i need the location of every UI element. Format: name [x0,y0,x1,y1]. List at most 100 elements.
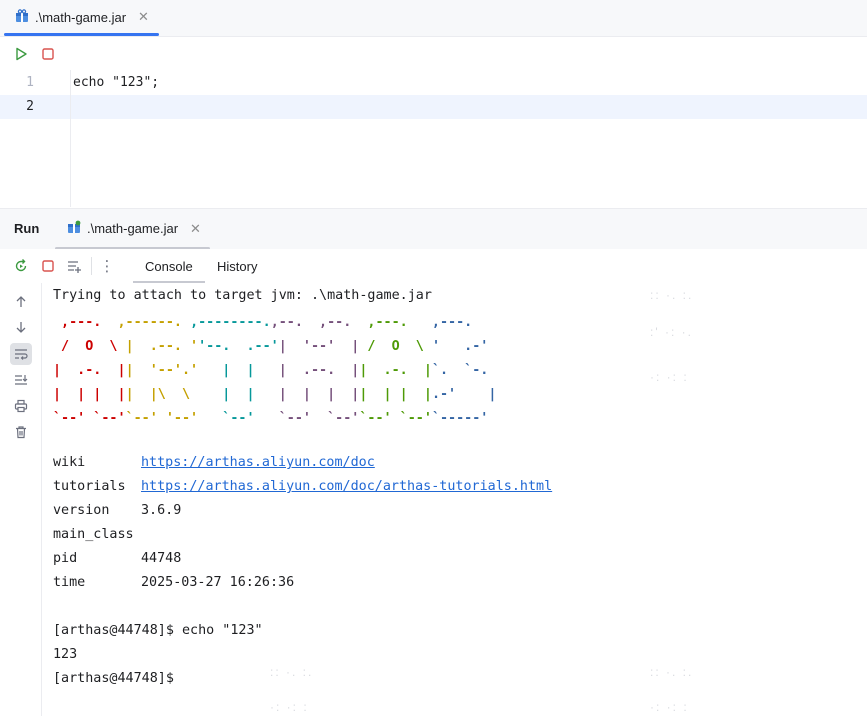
active-tab-indicator [4,33,159,36]
ascii-logo-segment: .-' | [431,387,497,402]
ascii-logo-segment: `--' [198,411,279,426]
console-side-toolbar [0,283,42,716]
stop-icon[interactable] [39,257,57,275]
console-prompt[interactable]: [arthas@44748]$ [53,671,174,686]
ascii-logo-segment: ,---. [423,315,481,330]
ascii-logo-segment: | '--' | [278,339,360,354]
print-icon[interactable] [10,395,32,417]
close-icon[interactable]: ✕ [138,9,149,25]
editor-tab-label: .\math-game.jar [35,9,127,25]
run-tab-math-game[interactable]: .\math-game.jar ✕ [55,209,210,250]
ascii-logo-segment: | | | | [278,387,360,402]
tab-console[interactable]: Console [133,249,205,283]
arrow-up-icon[interactable] [10,291,32,313]
scroll-to-end-icon[interactable] [10,369,32,391]
console-info-row: pid 44748 [53,551,181,566]
trash-icon[interactable] [10,421,32,443]
tab-history-label: History [217,258,258,274]
ascii-logo-segment: `--' `--' [53,411,126,426]
console-command-line: [arthas@44748]$ echo "123" [53,623,263,638]
arthas-ascii-logo: ,---. ,------. ,--------.,--. ,--. ,---.… [53,311,496,431]
ascii-logo-segment: ,---. [53,315,110,330]
run-tab-label: .\math-game.jar [87,221,179,236]
info-key: version [53,503,110,518]
ascii-logo-row: `--' `--'`--' '--' `--' `--' `--'`--' `-… [53,407,496,431]
soft-wrap-icon[interactable] [10,343,32,365]
ascii-logo-segment: ,--. ,--. [270,315,360,330]
background-dots: :: ·. :. [270,665,314,679]
console-info-row: tutorials https://arthas.aliyun.com/doc/a… [53,479,552,494]
ascii-logo-row: / O \ | .--. ''--. .--'| '--' | / O \ ' … [53,335,496,359]
ascii-logo-segment: | .-. | [359,363,432,378]
restore-layout-icon[interactable] [65,257,83,275]
console-info-row: version 3.6.9 [53,503,181,518]
editor-tab-bar: .\math-game.jar ✕ [0,0,867,37]
ascii-logo-segment: `--' `--' [359,411,432,426]
console-info-row: main_class [53,527,141,542]
stop-icon[interactable] [39,45,57,63]
ascii-logo-segment: `-----' [431,411,497,426]
rerun-icon[interactable] [12,257,30,275]
ascii-logo-segment: / O \ [359,339,432,354]
background-dots: ·: ·: : [650,370,689,384]
more-options-icon[interactable]: ⋮ [98,257,116,275]
info-key: tutorials [53,479,126,494]
code-line: echo "123"; [73,75,160,90]
ascii-logo-segment: | .--. ' [125,339,199,354]
background-dots: ·: ·: : [270,700,309,714]
ascii-logo-segment: | | [198,363,279,378]
background-dots: ·: ·: : [650,700,689,714]
ascii-logo-segment: `. `-. [431,363,497,378]
ascii-logo-segment: ,--------. [190,315,271,330]
line-number: 2 [26,99,34,114]
info-link[interactable]: https://arthas.aliyun.com/doc/arthas-tut… [141,479,552,494]
run-panel-header: Run .\math-game.jar ✕ [0,208,867,250]
arrow-down-icon[interactable] [10,316,32,338]
editor-toolbar [0,37,867,70]
info-value: 3.6.9 [141,503,182,518]
console-info-row: time 2025-03-27 16:26:36 [53,575,294,590]
package-icon [67,220,81,237]
ascii-logo-segment: `--' `--' [278,411,360,426]
info-key: main_class [53,527,134,542]
ascii-logo-segment: | | | | [53,387,126,402]
console-toolbar: ⋮ Console History [0,249,867,283]
info-value: 44748 [141,551,182,566]
active-tab-indicator [133,281,205,283]
ascii-logo-row: | .-. || '--'.' | | | .--. || .-. |`. `-… [53,359,496,383]
ascii-logo-segment: ,------. [109,315,191,330]
package-icon [15,8,29,26]
info-link[interactable]: https://arthas.aliyun.com/doc [141,455,375,470]
ascii-logo-row: ,---. ,------. ,--------.,--. ,--. ,---.… [53,311,496,335]
background-dots: :: ·. :. [650,288,694,302]
ascii-logo-segment: '--. .--' [198,339,279,354]
info-key: wiki [53,455,86,470]
code-editor[interactable]: 1 2 echo "123"; [0,70,867,207]
info-value: 2025-03-27 16:26:36 [141,575,295,590]
ascii-logo-segment: | '--'.' [125,363,199,378]
console-attach-line: Trying to attach to target jvm: .\math-g… [53,288,432,303]
line-gutter: 1 2 [0,70,71,207]
ascii-logo-segment: | | | | [359,387,432,402]
background-dots: :: ·. :. [650,665,694,679]
ascii-logo-segment: | .--. | [278,363,360,378]
console-output-line: 123 [53,647,78,662]
ascii-logo-segment: / O \ [53,339,126,354]
ascii-logo-segment: ' .-' [431,339,497,354]
ascii-logo-segment: ,---. [359,315,424,330]
current-line-highlight [0,95,867,119]
close-icon[interactable]: ✕ [190,221,201,237]
run-panel-title: Run [14,221,40,236]
tab-history[interactable]: History [217,249,257,283]
line-number: 1 [26,75,34,90]
run-icon[interactable] [12,45,30,63]
background-dots: :' ·: ·. [650,325,693,339]
info-key: time [53,575,86,590]
console-info-row: wiki https://arthas.aliyun.com/doc [53,455,375,470]
ascii-logo-segment: | | [198,387,279,402]
info-key: pid [53,551,78,566]
ascii-logo-segment: | |\ \ [125,387,199,402]
ascii-logo-segment: | .-. | [53,363,126,378]
editor-tab-math-game[interactable]: .\math-game.jar ✕ [4,0,159,36]
ascii-logo-segment: `--' '--' [125,411,199,426]
